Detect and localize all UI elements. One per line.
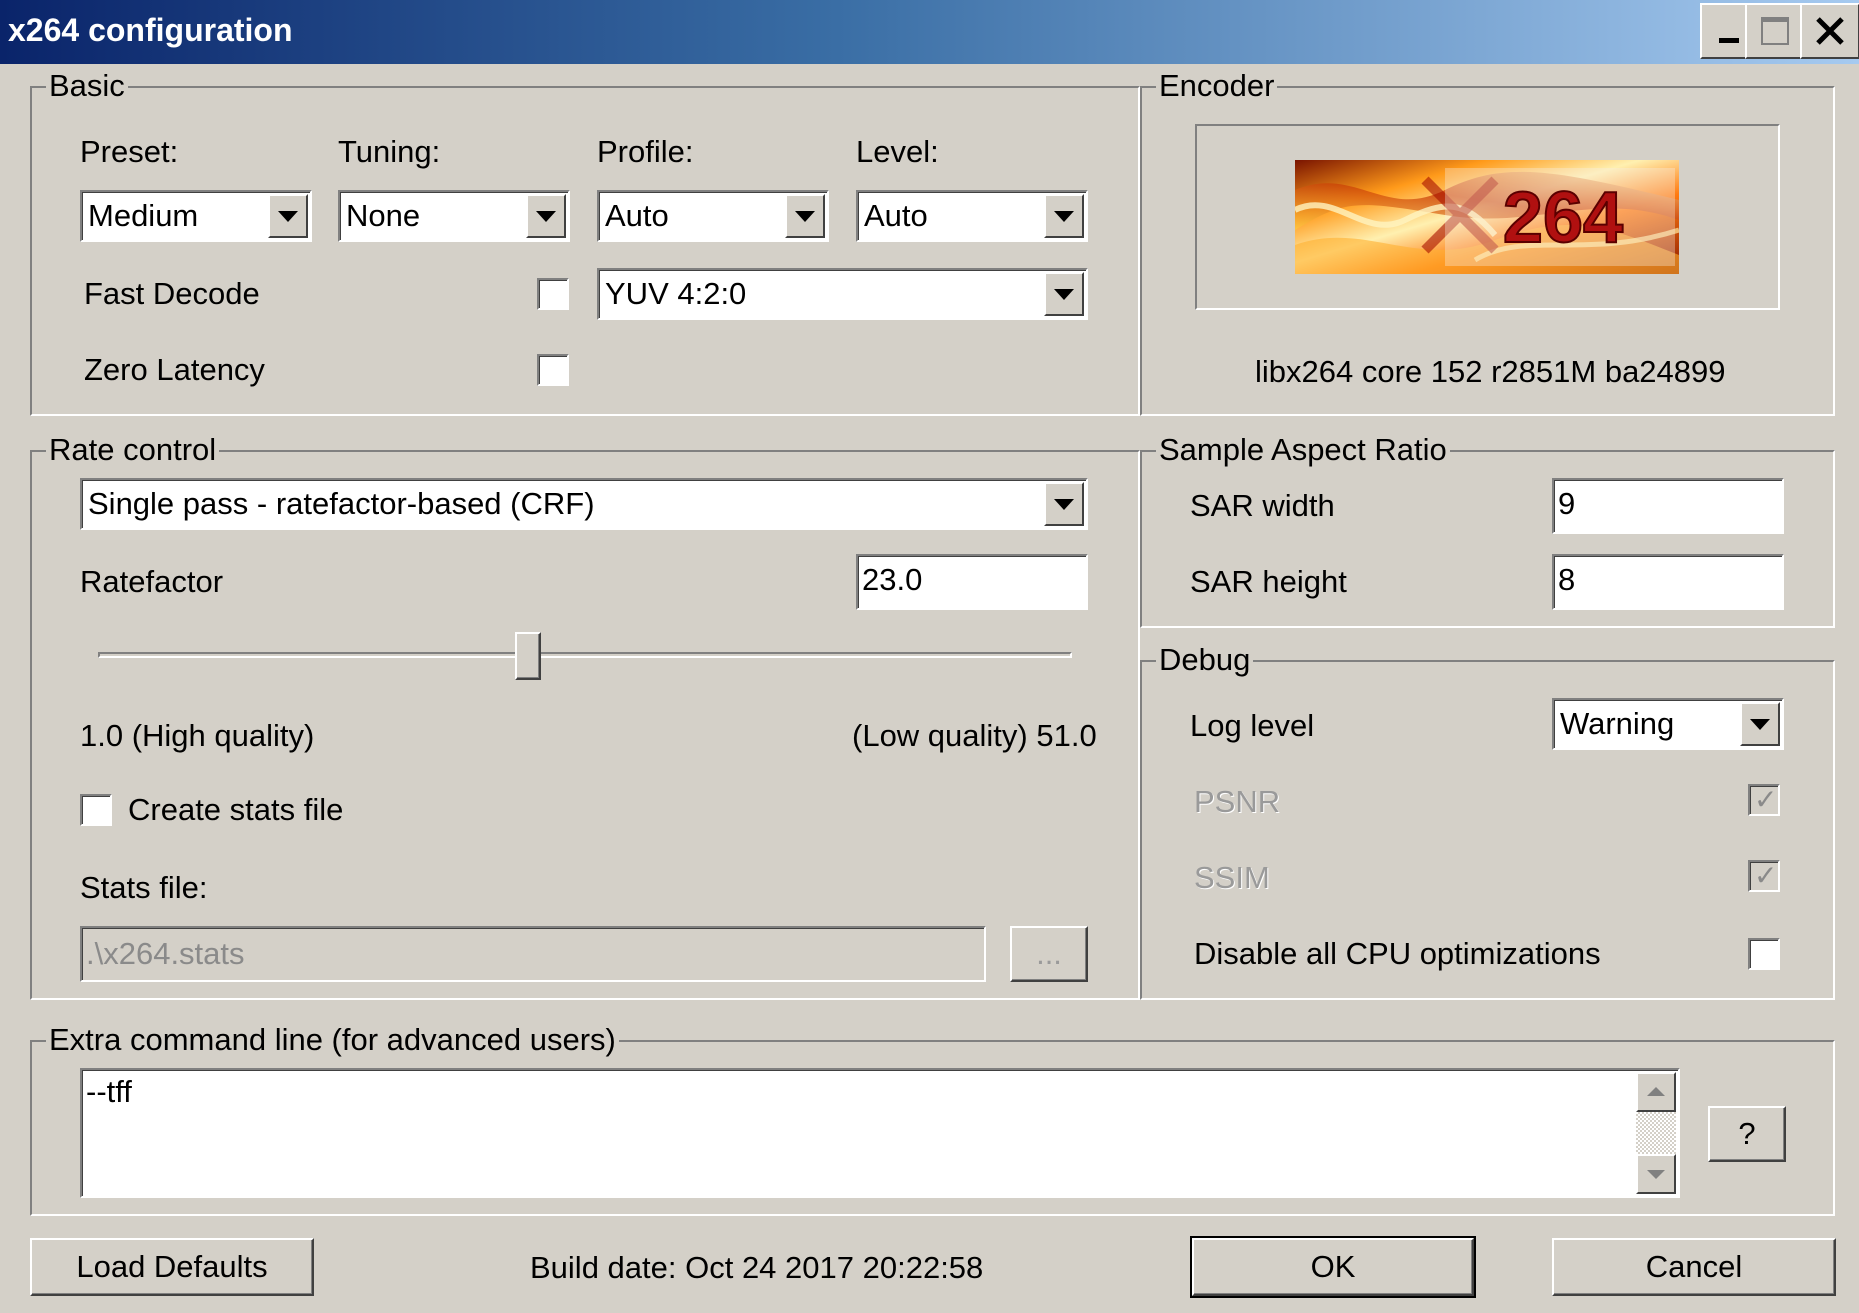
maximize-icon [1761,17,1789,45]
preset-value: Medium [88,198,199,233]
rate-control-mode-select[interactable]: Single pass - ratefactor-based (CRF) [80,478,1088,530]
sar-height-input[interactable]: 8 [1552,554,1784,610]
x264-logo: 264 [1295,160,1679,274]
fast-decode-checkbox[interactable] [537,278,569,310]
sar-width-label: SAR width [1190,488,1335,523]
profile-label: Profile: [597,134,694,169]
stats-file-label: Stats file: [80,870,208,905]
arrow-up-icon [1647,1087,1665,1096]
minimize-icon [1719,38,1739,43]
sar-height-label: SAR height [1190,564,1347,599]
sar-width-input[interactable]: 9 [1552,478,1784,534]
scroll-up-button[interactable] [1636,1072,1676,1112]
sar-legend: Sample Aspect Ratio [1156,432,1450,468]
create-stats-checkbox[interactable] [80,794,112,826]
chevron-down-icon[interactable] [785,194,825,238]
basic-legend: Basic [46,68,128,104]
maximize-button[interactable] [1745,3,1805,59]
chevron-down-icon[interactable] [1044,194,1084,238]
help-button[interactable]: ? [1708,1106,1786,1162]
slider-max-label: (Low quality) 51.0 [852,718,1097,753]
rate-control-mode-value: Single pass - ratefactor-based (CRF) [88,486,595,521]
tuning-select[interactable]: None [338,190,570,242]
arrow-down-icon [1647,1170,1665,1179]
window-title: x264 configuration [8,12,293,48]
colorspace-value: YUV 4:2:0 [605,276,747,311]
encoder-legend: Encoder [1156,68,1278,104]
ratefactor-slider-thumb[interactable] [515,632,542,680]
vertical-scrollbar[interactable] [1636,1072,1676,1194]
browse-stats-button[interactable]: ... [1010,926,1088,982]
create-stats-label: Create stats file [128,792,344,827]
fast-decode-label: Fast Decode [84,276,260,311]
rate-control-legend: Rate control [46,432,220,468]
encoder-version: libx264 core 152 r2851M ba24899 [1255,354,1726,389]
tuning-label: Tuning: [338,134,441,169]
chevron-down-icon[interactable] [1740,702,1780,746]
log-level-value: Warning [1560,706,1675,741]
ssim-label: SSIM [1194,860,1270,895]
log-level-label: Log level [1190,708,1315,743]
ssim-checkbox[interactable]: ✓ [1748,860,1780,892]
chevron-down-icon[interactable] [1044,482,1084,526]
extra-cmdline-value: --tff [86,1074,132,1109]
build-date: Build date: Oct 24 2017 20:22:58 [530,1250,984,1285]
debug-legend: Debug [1156,642,1254,678]
level-label: Level: [856,134,939,169]
encoder-logo-frame: 264 [1195,124,1780,310]
close-button[interactable] [1800,3,1859,59]
checkmark-icon: ✓ [1754,784,1778,815]
zero-latency-checkbox[interactable] [537,354,569,386]
disable-cpu-checkbox[interactable] [1748,938,1780,970]
preset-select[interactable]: Medium [80,190,312,242]
profile-value: Auto [605,198,669,233]
ratefactor-label: Ratefactor [80,564,224,599]
colorspace-select[interactable]: YUV 4:2:0 [597,268,1088,320]
psnr-label: PSNR [1194,784,1281,819]
disable-cpu-label: Disable all CPU optimizations [1194,936,1601,971]
load-defaults-button[interactable]: Load Defaults [30,1238,314,1296]
chevron-down-icon[interactable] [526,194,566,238]
ratefactor-slider-track[interactable] [98,652,1072,658]
title-bar[interactable]: x264 configuration [0,0,1859,64]
close-icon [1816,17,1844,45]
checkmark-icon: ✓ [1754,860,1778,891]
ratefactor-input[interactable]: 23.0 [856,554,1088,610]
ok-button[interactable]: OK [1190,1236,1476,1298]
tuning-value: None [346,198,421,233]
stats-file-input[interactable]: .\x264.stats [80,926,986,982]
cancel-button[interactable]: Cancel [1552,1238,1836,1296]
extra-cmdline-legend: Extra command line (for advanced users) [46,1022,619,1058]
preset-label: Preset: [80,134,179,169]
chevron-down-icon[interactable] [1044,272,1084,316]
zero-latency-label: Zero Latency [84,352,265,387]
extra-cmdline-input[interactable]: --tff [80,1068,1680,1198]
level-value: Auto [864,198,928,233]
logo-text: 264 [1503,178,1623,258]
slider-min-label: 1.0 (High quality) [80,718,315,753]
psnr-checkbox[interactable]: ✓ [1748,784,1780,816]
chevron-down-icon[interactable] [268,194,308,238]
level-select[interactable]: Auto [856,190,1088,242]
scroll-down-button[interactable] [1636,1154,1676,1194]
log-level-select[interactable]: Warning [1552,698,1784,750]
profile-select[interactable]: Auto [597,190,829,242]
